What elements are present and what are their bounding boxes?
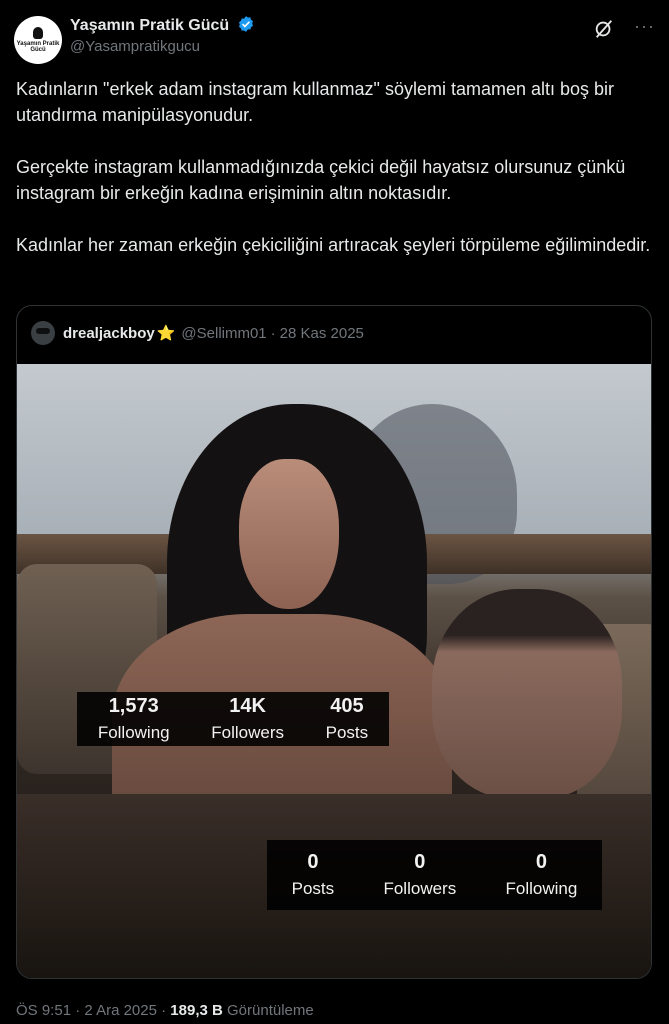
author-handle[interactable]: @Yasampratikgucu xyxy=(70,38,200,55)
grok-icon[interactable] xyxy=(593,18,615,40)
separator-dot: · xyxy=(75,1002,81,1019)
tweet-paragraph: Kadınlar her zaman erkeğin çekiciliğini … xyxy=(16,235,651,255)
stat-label: Posts xyxy=(291,879,335,898)
stat-number: 0 xyxy=(414,851,426,873)
tweet-paragraph: Kadınların "erkek adam instagram kullanm… xyxy=(16,79,615,125)
stat-number: 1,573 xyxy=(108,695,159,717)
stat-number: 14K xyxy=(229,695,266,717)
more-options-icon[interactable]: ··· xyxy=(634,16,655,37)
quoted-author-handle[interactable]: @Sellimm01 xyxy=(181,325,266,342)
stat-number: 0 xyxy=(535,851,547,873)
stat-label: Following xyxy=(97,723,170,742)
separator-dot: · xyxy=(161,1002,167,1019)
microphone-icon xyxy=(33,27,43,39)
stat-posts: 0 Posts xyxy=(292,850,335,900)
tweet-meta: ÖS 9:51 · 2 Ara 2025 · 189,3 B Görüntüle… xyxy=(16,1002,314,1019)
tweet-body: Kadınların "erkek adam instagram kullanm… xyxy=(16,76,656,284)
profile-stats-overlay: 1,573 Following 14K Followers 405 Posts xyxy=(77,692,389,746)
quoted-tweet-date[interactable]: 28 Kas 2025 xyxy=(280,325,364,342)
views-count: 189,3 B xyxy=(170,1002,223,1019)
tweet-paragraph: Gerçekte instagram kullanmadığınızda çek… xyxy=(16,157,626,203)
verified-badge-icon xyxy=(238,16,253,32)
author-avatar[interactable]: Yaşamın Pratik Gücü xyxy=(14,16,62,64)
views-label: Görüntüleme xyxy=(227,1002,314,1019)
separator-dot: · xyxy=(270,324,276,342)
author-name[interactable]: Yaşamın Pratik Gücü xyxy=(70,15,255,35)
tweet-time[interactable]: ÖS 9:51 xyxy=(16,1002,71,1019)
star-icon: ⭐ xyxy=(156,325,176,342)
quoted-tweet-image[interactable]: 1,573 Following 14K Followers 405 Posts … xyxy=(17,364,651,978)
stat-followers: 0 Followers xyxy=(383,850,456,900)
stat-following: 1,573 Following xyxy=(98,694,170,744)
quoted-author-avatar[interactable] xyxy=(31,321,55,345)
stat-following: 0 Following xyxy=(506,850,578,900)
stat-followers: 14K Followers xyxy=(211,694,284,744)
stat-number: 0 xyxy=(307,851,319,873)
quoted-author-name[interactable]: drealjackboy xyxy=(63,325,155,342)
stat-number: 405 xyxy=(330,695,364,717)
stat-posts: 405 Posts xyxy=(326,694,369,744)
quoted-tweet[interactable]: drealjackboy ⭐ @Sellimm01 · 28 Kas 2025 … xyxy=(16,305,652,979)
author-name-label: Yaşamın Pratik Gücü xyxy=(70,17,230,34)
tweet-header: Yaşamın Pratik Gücü Yaşamın Pratik Gücü … xyxy=(14,10,655,66)
stat-label: Followers xyxy=(211,723,284,742)
profile-stats-overlay: 0 Posts 0 Followers 0 Following xyxy=(267,840,602,910)
quoted-tweet-header: drealjackboy ⭐ @Sellimm01 · 28 Kas 2025 xyxy=(31,320,364,346)
image-man-head xyxy=(432,589,622,799)
avatar-text: Yaşamın Pratik Gücü xyxy=(16,41,60,53)
stat-label: Followers xyxy=(383,879,457,898)
stat-label: Posts xyxy=(325,723,369,742)
image-woman-face xyxy=(239,459,339,609)
stat-label: Following xyxy=(505,879,578,898)
tweet-date[interactable]: 2 Ara 2025 xyxy=(84,1002,157,1019)
